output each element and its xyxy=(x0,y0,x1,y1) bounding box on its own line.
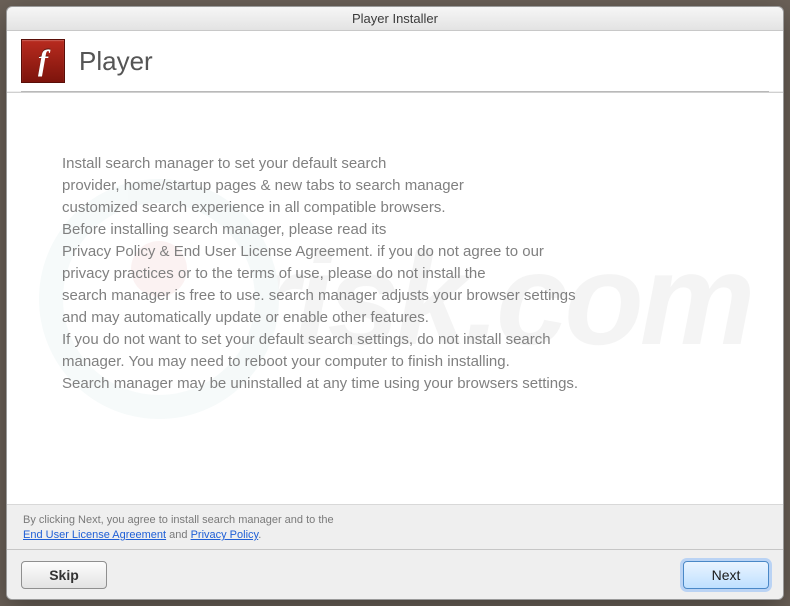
window-title: Player Installer xyxy=(352,11,438,26)
skip-button[interactable]: Skip xyxy=(21,561,107,589)
window-titlebar: Player Installer xyxy=(7,7,783,31)
privacy-policy-link[interactable]: Privacy Policy xyxy=(191,529,259,541)
agreement-notice: By clicking Next, you agree to install s… xyxy=(7,504,783,549)
install-description: Install search manager to set your defau… xyxy=(62,153,728,395)
content-area: risk.com Install search manager to set y… xyxy=(7,92,783,504)
installer-window: Player Installer f Player risk.com Insta… xyxy=(6,6,784,600)
agreement-prefix: By clicking Next, you agree to install s… xyxy=(23,514,334,526)
flash-glyph: f xyxy=(38,44,48,78)
footer: Skip Next xyxy=(7,549,783,599)
agreement-suffix: . xyxy=(258,529,261,541)
flash-player-icon: f xyxy=(21,39,65,83)
next-button[interactable]: Next xyxy=(683,561,769,589)
agreement-and: and xyxy=(166,529,190,541)
eula-link[interactable]: End User License Agreement xyxy=(23,529,166,541)
app-title: Player xyxy=(79,46,153,77)
header: f Player xyxy=(7,31,783,91)
